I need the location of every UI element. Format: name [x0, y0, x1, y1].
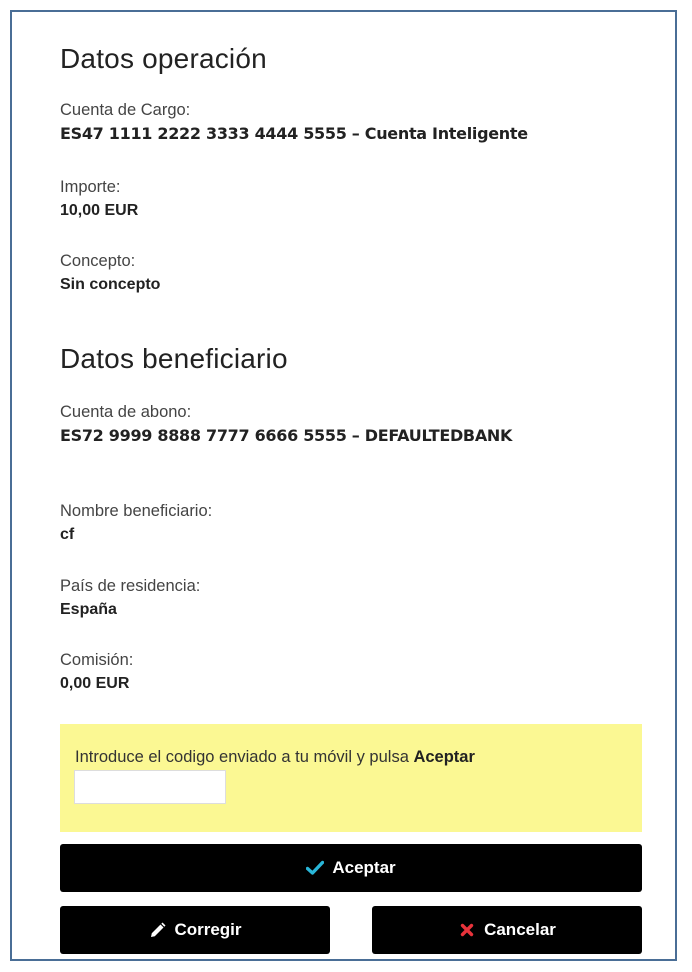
edit-button-label: Corregir	[174, 920, 242, 939]
importe-label: Importe:	[60, 178, 121, 196]
x-icon	[458, 921, 476, 939]
concepto-value: Sin concepto	[60, 276, 161, 293]
concepto-label: Concepto:	[60, 252, 136, 270]
edit-button[interactable]: Corregir	[60, 906, 330, 954]
beneficiary-section-title: Datos beneficiario	[60, 343, 288, 374]
comision-value: 0,00 EUR	[60, 675, 130, 692]
cancel-button-label: Cancelar	[484, 920, 556, 939]
confirmation-panel: Datos operación Cuenta de Cargo: ES47 11…	[10, 10, 677, 961]
nombre-beneficiario-label: Nombre beneficiario:	[60, 502, 213, 520]
accept-button[interactable]: Aceptar	[60, 844, 642, 892]
pais-residencia-label: País de residencia:	[60, 577, 201, 595]
cuenta-abono-field: Cuenta de abono: ES72 9999 8888 7777 666…	[60, 402, 512, 446]
comision-field: Comisión: 0,00 EUR	[60, 650, 133, 694]
otp-instruction-bold: Aceptar	[413, 748, 475, 766]
cuenta-cargo-label: Cuenta de Cargo:	[60, 101, 191, 119]
concepto-field: Concepto: Sin concepto	[60, 251, 160, 295]
accept-button-label: Aceptar	[332, 858, 396, 877]
pais-residencia-value: España	[60, 601, 117, 618]
cuenta-cargo-value: ES47 1111 2222 3333 4444 5555 – Cuenta I…	[60, 124, 528, 143]
otp-code-input[interactable]	[74, 770, 226, 804]
otp-instruction-text: Introduce el codigo enviado a tu móvil y…	[75, 748, 414, 766]
comision-label: Comisión:	[60, 651, 134, 669]
importe-field: Importe: 10,00 EUR	[60, 177, 138, 221]
cuenta-abono-label: Cuenta de abono:	[60, 403, 192, 421]
cuenta-cargo-field: Cuenta de Cargo: ES47 1111 2222 3333 444…	[60, 100, 528, 144]
cancel-button[interactable]: Cancelar	[372, 906, 642, 954]
importe-value: 10,00 EUR	[60, 202, 139, 219]
nombre-beneficiario-field: Nombre beneficiario: cf	[60, 501, 212, 545]
check-icon	[306, 859, 325, 877]
otp-box: Introduce el codigo enviado a tu móvil y…	[60, 724, 642, 832]
otp-instruction: Introduce el codigo enviado a tu móvil y…	[75, 748, 475, 767]
nombre-beneficiario-value: cf	[60, 526, 75, 543]
cuenta-abono-value: ES72 9999 8888 7777 6666 5555 – DEFAULTE…	[60, 426, 513, 445]
operation-section-title: Datos operación	[60, 43, 267, 74]
pencil-icon	[148, 921, 166, 939]
pais-residencia-field: País de residencia: España	[60, 576, 200, 620]
